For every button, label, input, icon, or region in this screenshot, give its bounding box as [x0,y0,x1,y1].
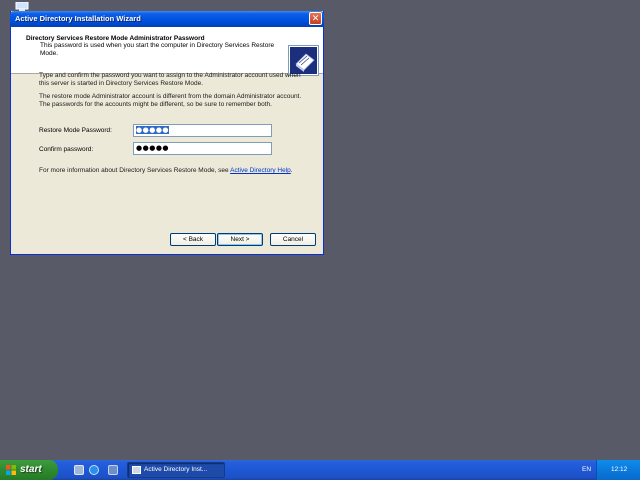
confirm-password-value: ●●●●● [136,144,170,152]
cancel-button[interactable]: Cancel [270,233,316,246]
desktop-shortcut-icon[interactable] [12,1,32,11]
page-title: Directory Services Restore Mode Administ… [26,35,205,42]
wizard-window: Active Directory Installation Wizard ✕ D… [10,11,324,255]
start-button[interactable]: start [0,460,58,480]
internet-explorer-icon[interactable] [89,465,99,475]
restore-account-note: The restore mode Administrator account i… [39,93,302,108]
start-label: start [20,464,42,475]
next-button[interactable]: Next > [217,233,263,246]
close-icon: ✕ [311,13,320,23]
windows-logo-icon [6,465,16,475]
clock[interactable]: 12:12 [611,466,627,473]
more-info-prefix: For more information about Directory Ser… [39,167,231,174]
back-button[interactable]: < Back [170,233,216,246]
language-indicator[interactable]: EN [582,466,591,473]
wizard-book-icon [288,45,319,76]
confirm-password-label: Confirm password: [39,146,94,153]
page-subtitle: This password is used when you start the… [40,42,275,57]
wizard-header: Directory Services Restore Mode Administ… [11,27,323,76]
instructions-paragraph: Type and confirm the password you want t… [39,72,301,87]
more-info-text: For more information about Directory Ser… [39,167,329,175]
close-button[interactable]: ✕ [309,12,322,25]
window-title: Active Directory Installation Wizard [15,14,141,23]
restore-password-label: Restore Mode Password: [39,127,112,134]
help-link[interactable]: Active Directory Help [230,167,291,174]
more-info-suffix: . [290,167,293,174]
restore-password-field[interactable]: ●●●●● [133,124,272,137]
taskbar-item-wizard[interactable]: Active Directory Inst... [127,462,225,478]
quick-launch-icon[interactable] [108,465,118,475]
taskbar-item-label: Active Directory Inst... [144,466,208,473]
taskbar: start Active Directory Inst... EN 12:12 [0,460,640,480]
system-tray: 12:12 [596,460,640,480]
confirm-password-field[interactable]: ●●●●● [133,142,272,155]
restore-password-value: ●●●●● [136,126,170,134]
wizard-task-icon [132,466,141,474]
window-title-bar[interactable]: Active Directory Installation Wizard ✕ [10,11,324,27]
show-desktop-icon[interactable] [74,465,84,475]
